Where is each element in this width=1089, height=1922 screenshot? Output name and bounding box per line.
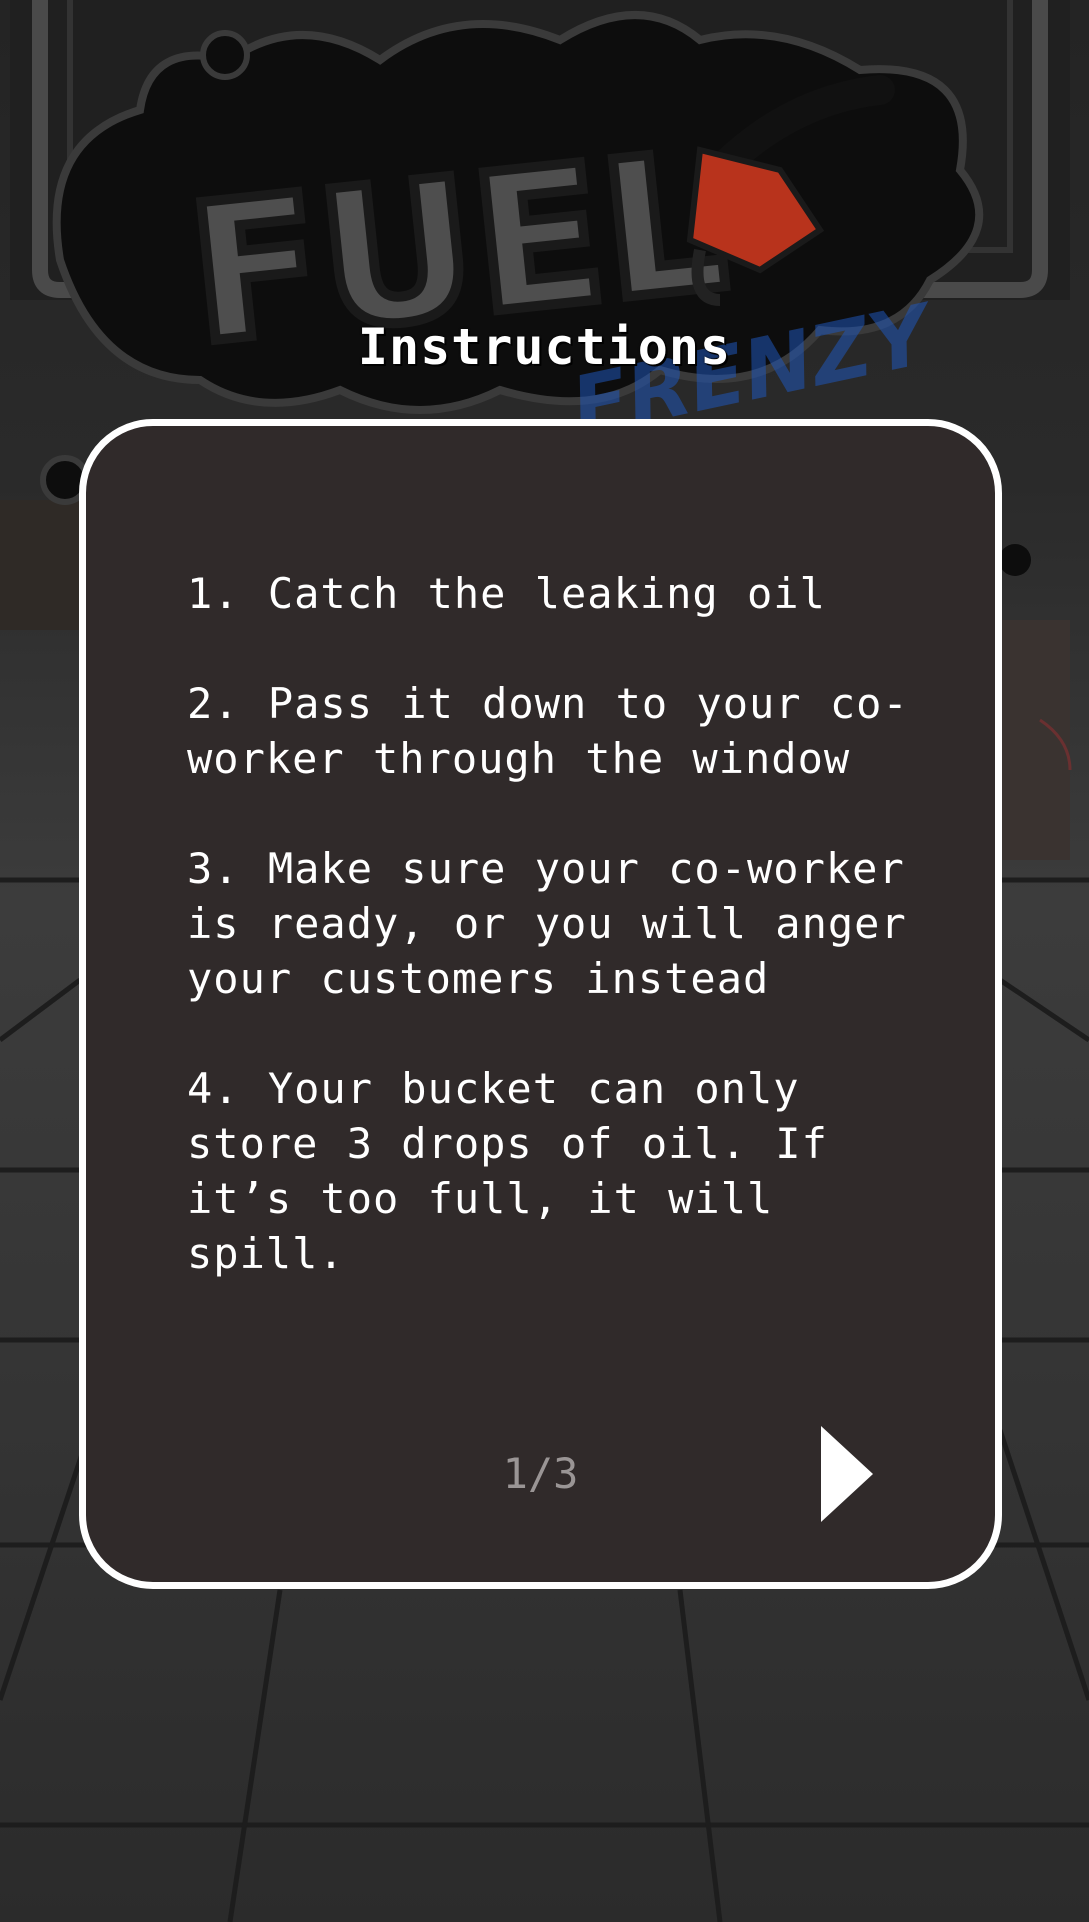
instruction-item: 1. Catch the leaking oil <box>187 569 826 618</box>
next-page-button[interactable] <box>817 1422 877 1526</box>
left-counter <box>0 500 90 630</box>
instruction-list: 1. Catch the leaking oil 2. Pass it down… <box>187 566 927 1336</box>
play-arrow-icon <box>821 1426 873 1522</box>
game-screen: FUEL FRENZY Instructions 1. Catch the le… <box>0 0 1089 1922</box>
oil-drop-3 <box>999 544 1031 576</box>
instructions-panel: 1. Catch the leaking oil 2. Pass it down… <box>79 419 1002 1589</box>
instruction-item: 4. Your bucket can only store 3 drops of… <box>187 1064 828 1278</box>
instruction-item: 3. Make sure your co-worker is ready, or… <box>187 844 907 1003</box>
screen-title: Instructions <box>357 318 732 376</box>
instruction-item: 2. Pass it down to your co-worker throug… <box>187 679 909 783</box>
oil-drop-1 <box>200 30 250 80</box>
